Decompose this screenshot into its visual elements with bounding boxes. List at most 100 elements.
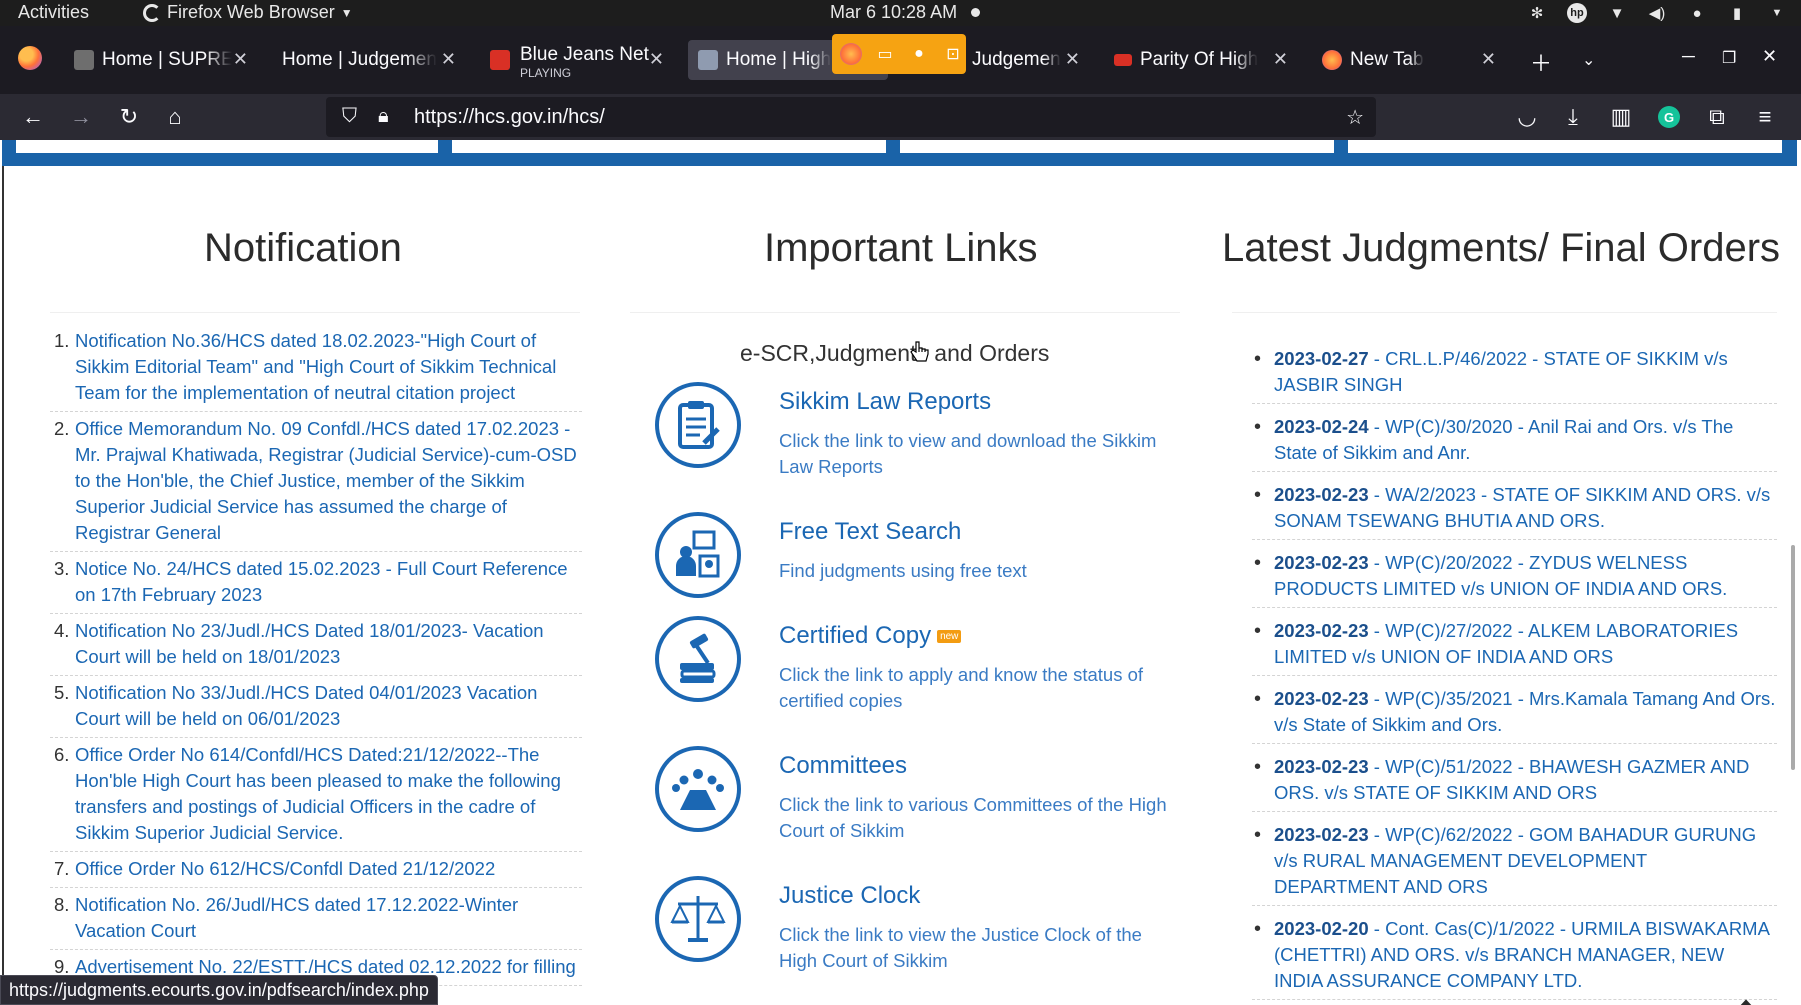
notification-dot-icon <box>971 8 981 17</box>
chevron-down-icon: ▼ <box>340 5 353 20</box>
notification-item[interactable]: 7. Office Order No 612/HCS/Confdl Dated 2… <box>50 856 582 888</box>
judgment-item[interactable]: 2023-02-24 - WP(C)/30/2020 - Anil Rai an… <box>1252 414 1777 472</box>
url-text[interactable]: https://hcs.gov.in/hcs/ <box>414 106 605 129</box>
notification-link[interactable]: Notification No 23/Judl./HCS Dated 18/01… <box>75 620 544 667</box>
notification-list: 1. Notification No.36/HCS dated 18.02.202… <box>50 328 582 990</box>
close-tab-icon[interactable]: ✕ <box>1065 49 1080 70</box>
judgments-divider <box>1232 312 1777 313</box>
firefox-app-icon <box>143 3 161 22</box>
close-tab-icon[interactable]: ✕ <box>649 49 664 70</box>
camera-icon: ▭ <box>877 46 893 63</box>
judgment-item[interactable]: 2023-02-23 - WP(C)/35/2021 - Mrs.Kamala … <box>1252 686 1777 744</box>
tracking-protection-shield-icon[interactable]: ⛉ <box>342 105 357 128</box>
notification-link[interactable]: Notice No. 24/HCS dated 15.02.2023 - Ful… <box>75 558 568 605</box>
latest-judgments-heading: Latest Judgments/ Final Orders <box>1222 226 1781 270</box>
scroll-to-top-chevron-icon[interactable] <box>1718 995 1774 1005</box>
tab-playing-label: PLAYING <box>520 66 572 80</box>
committee-icon <box>655 746 741 832</box>
minimize-window-icon[interactable]: ─ <box>1682 46 1695 67</box>
judgment-item[interactable]: 2023-02-23 - WP(C)/51/2022 - BHAWESH GAZ… <box>1252 754 1777 812</box>
tab-parity[interactable]: Parity Of High ✕ <box>1104 40 1296 80</box>
tab-judgement-1[interactable]: Home | Judgemen ✕ <box>272 40 464 80</box>
judgment-date: 2023-02-23 <box>1274 552 1369 573</box>
notification-link[interactable]: Office Order No 612/HCS/Confdl Dated 21/… <box>75 858 495 879</box>
system-tray[interactable]: ✻ hp ▼ ◀) ● ▮ ▼ <box>1527 3 1787 23</box>
list-all-tabs-chevron-icon[interactable]: ⌄ <box>1582 50 1595 70</box>
close-window-icon[interactable]: ✕ <box>1762 46 1777 67</box>
sharing-indicator[interactable]: ▭ ● ⊡ <box>832 34 966 74</box>
close-tab-icon[interactable]: ✕ <box>233 49 248 70</box>
home-icon[interactable]: ⌂ <box>160 102 190 132</box>
card-bottom-1 <box>16 140 438 153</box>
firefox-view-icon[interactable] <box>18 46 42 70</box>
judgment-item[interactable]: 2023-02-20 - Cont. Cas(C)/1/2022 - URMIL… <box>1252 916 1777 1000</box>
judgment-date: 2023-02-27 <box>1274 348 1369 369</box>
notification-item[interactable]: 8. Notification No. 26/Judl/HCS dated 17.… <box>50 892 582 950</box>
notification-link[interactable]: Notification No 33/Judl./HCS Dated 04/01… <box>75 682 537 729</box>
status-link-preview: https://judgments.ecourts.gov.in/pdfsear… <box>0 975 438 1005</box>
certified-copy-title[interactable]: Certified Copy <box>779 622 931 649</box>
tab-supreme[interactable]: Home | SUPREME ✕ <box>64 40 256 80</box>
notification-item[interactable]: 4. Notification No 23/Judl./HCS Dated 18/… <box>50 618 582 676</box>
close-tab-icon[interactable]: ✕ <box>441 49 456 70</box>
notification-link[interactable]: Notification No.36/HCS dated 18.02.2023-… <box>75 330 556 403</box>
judgment-item[interactable]: 2023-02-23 - WA/2/2023 - STATE OF SIKKIM… <box>1252 482 1777 540</box>
app-menu[interactable]: Firefox Web Browser ▼ <box>143 2 353 23</box>
notification-link[interactable]: Office Order No 614/Confdl/HCS Dated:21/… <box>75 744 561 843</box>
sidebar-icon[interactable]: ▥ <box>1606 102 1636 132</box>
tab-new-tab[interactable]: New Tab ✕ <box>1312 40 1504 80</box>
forward-arrow-icon[interactable]: → <box>66 102 96 132</box>
downloads-icon[interactable]: ⤓ <box>1558 102 1588 132</box>
page-scrollbar[interactable] <box>1791 545 1795 770</box>
link-title[interactable]: Sikkim Law Reports <box>779 388 991 416</box>
link-title[interactable]: Free Text Search <box>779 518 961 546</box>
link-title[interactable]: Justice Clock <box>779 882 920 910</box>
notification-link[interactable]: Office Memorandum No. 09 Confdl./HCS dat… <box>75 418 577 543</box>
notification-item[interactable]: 3. Notice No. 24/HCS dated 15.02.2023 - F… <box>50 556 582 614</box>
new-tab-plus-icon[interactable]: ＋ <box>1530 46 1552 78</box>
screen-share-icon: ⊡ <box>946 46 960 63</box>
reload-icon[interactable]: ↻ <box>114 102 144 132</box>
clock[interactable]: Mar 6 10:28 AM <box>830 2 981 23</box>
escr-heading-link[interactable]: e-SCR,Judgments and Orders <box>740 340 1049 367</box>
close-tab-icon[interactable]: ✕ <box>1481 49 1496 70</box>
link-title[interactable]: Certified Copy new <box>779 622 962 650</box>
notification-item[interactable]: 2. Office Memorandum No. 09 Confdl./HCS d… <box>50 416 582 552</box>
notification-item[interactable]: 1. Notification No.36/HCS dated 18.02.202… <box>50 328 582 412</box>
tab-bluejeans[interactable]: Blue Jeans Net PLAYING ✕ <box>480 40 672 80</box>
judgment-item[interactable]: 2023-02-23 - WP(C)/62/2022 - GOM BAHADUR… <box>1252 822 1777 906</box>
microphone-share-icon: ● <box>914 45 924 62</box>
firefox-sharing-icon <box>840 43 862 65</box>
grammarly-extension-icon[interactable]: G <box>1654 102 1684 132</box>
judgment-item[interactable]: 2023-02-23 - WP(C)/27/2022 - ALKEM LABOR… <box>1252 618 1777 676</box>
app-name-label: Firefox Web Browser <box>167 2 335 22</box>
links-divider <box>630 312 1180 313</box>
close-tab-icon[interactable]: ✕ <box>1273 49 1288 70</box>
bookmark-star-icon[interactable]: ☆ <box>1346 105 1364 130</box>
navigation-toolbar: ← → ↻ ⌂ ⛉ 🔒︎ https://hcs.gov.in/hcs/ ☆ ◡… <box>0 94 1801 140</box>
judgment-item[interactable]: 2023-02-27 - CRL.L.P/46/2022 - STATE OF … <box>1252 346 1777 404</box>
pocket-icon[interactable]: ◡ <box>1512 102 1542 132</box>
judgment-date: 2023-02-23 <box>1274 484 1369 505</box>
notification-link[interactable]: Advertisement No. 22/ESTT./HCS dated 02.… <box>75 956 576 977</box>
activities-button[interactable]: Activities <box>18 2 89 23</box>
notification-link[interactable]: Notification No. 26/Judl/HCS dated 17.12… <box>75 894 518 941</box>
link-title[interactable]: Committees <box>779 752 907 780</box>
lock-icon[interactable]: 🔒︎ <box>378 105 389 128</box>
url-bar[interactable]: ⛉ 🔒︎ https://hcs.gov.in/hcs/ ☆ <box>326 97 1376 137</box>
link-description: Click the link to view and download the … <box>779 430 1157 477</box>
notification-item[interactable]: 5. Notification No 33/Judl./HCS Dated 04/… <box>50 680 582 738</box>
battery-icon: ▮ <box>1732 5 1742 22</box>
tab-title: Blue Jeans Net <box>520 44 649 65</box>
power-menu-chevron-icon: ▼ <box>1771 7 1783 19</box>
restore-window-icon[interactable]: ❐ <box>1722 48 1736 68</box>
tab-judgement-2[interactable]: Judgemen ✕ <box>962 40 1088 80</box>
back-arrow-icon[interactable]: ← <box>18 102 48 132</box>
judgment-date: 2023-02-20 <box>1274 918 1369 939</box>
new-badge: new <box>937 630 962 644</box>
judgment-item[interactable]: 2023-02-23 - WP(C)/20/2022 - ZYDUS WELNE… <box>1252 550 1777 608</box>
judgment-date: 2023-02-24 <box>1274 416 1369 437</box>
extensions-puzzle-icon[interactable]: ⧉ <box>1702 102 1732 132</box>
notification-item[interactable]: 6. Office Order No 614/Confdl/HCS Dated:2… <box>50 742 582 852</box>
hamburger-menu-icon[interactable]: ≡ <box>1750 102 1780 132</box>
